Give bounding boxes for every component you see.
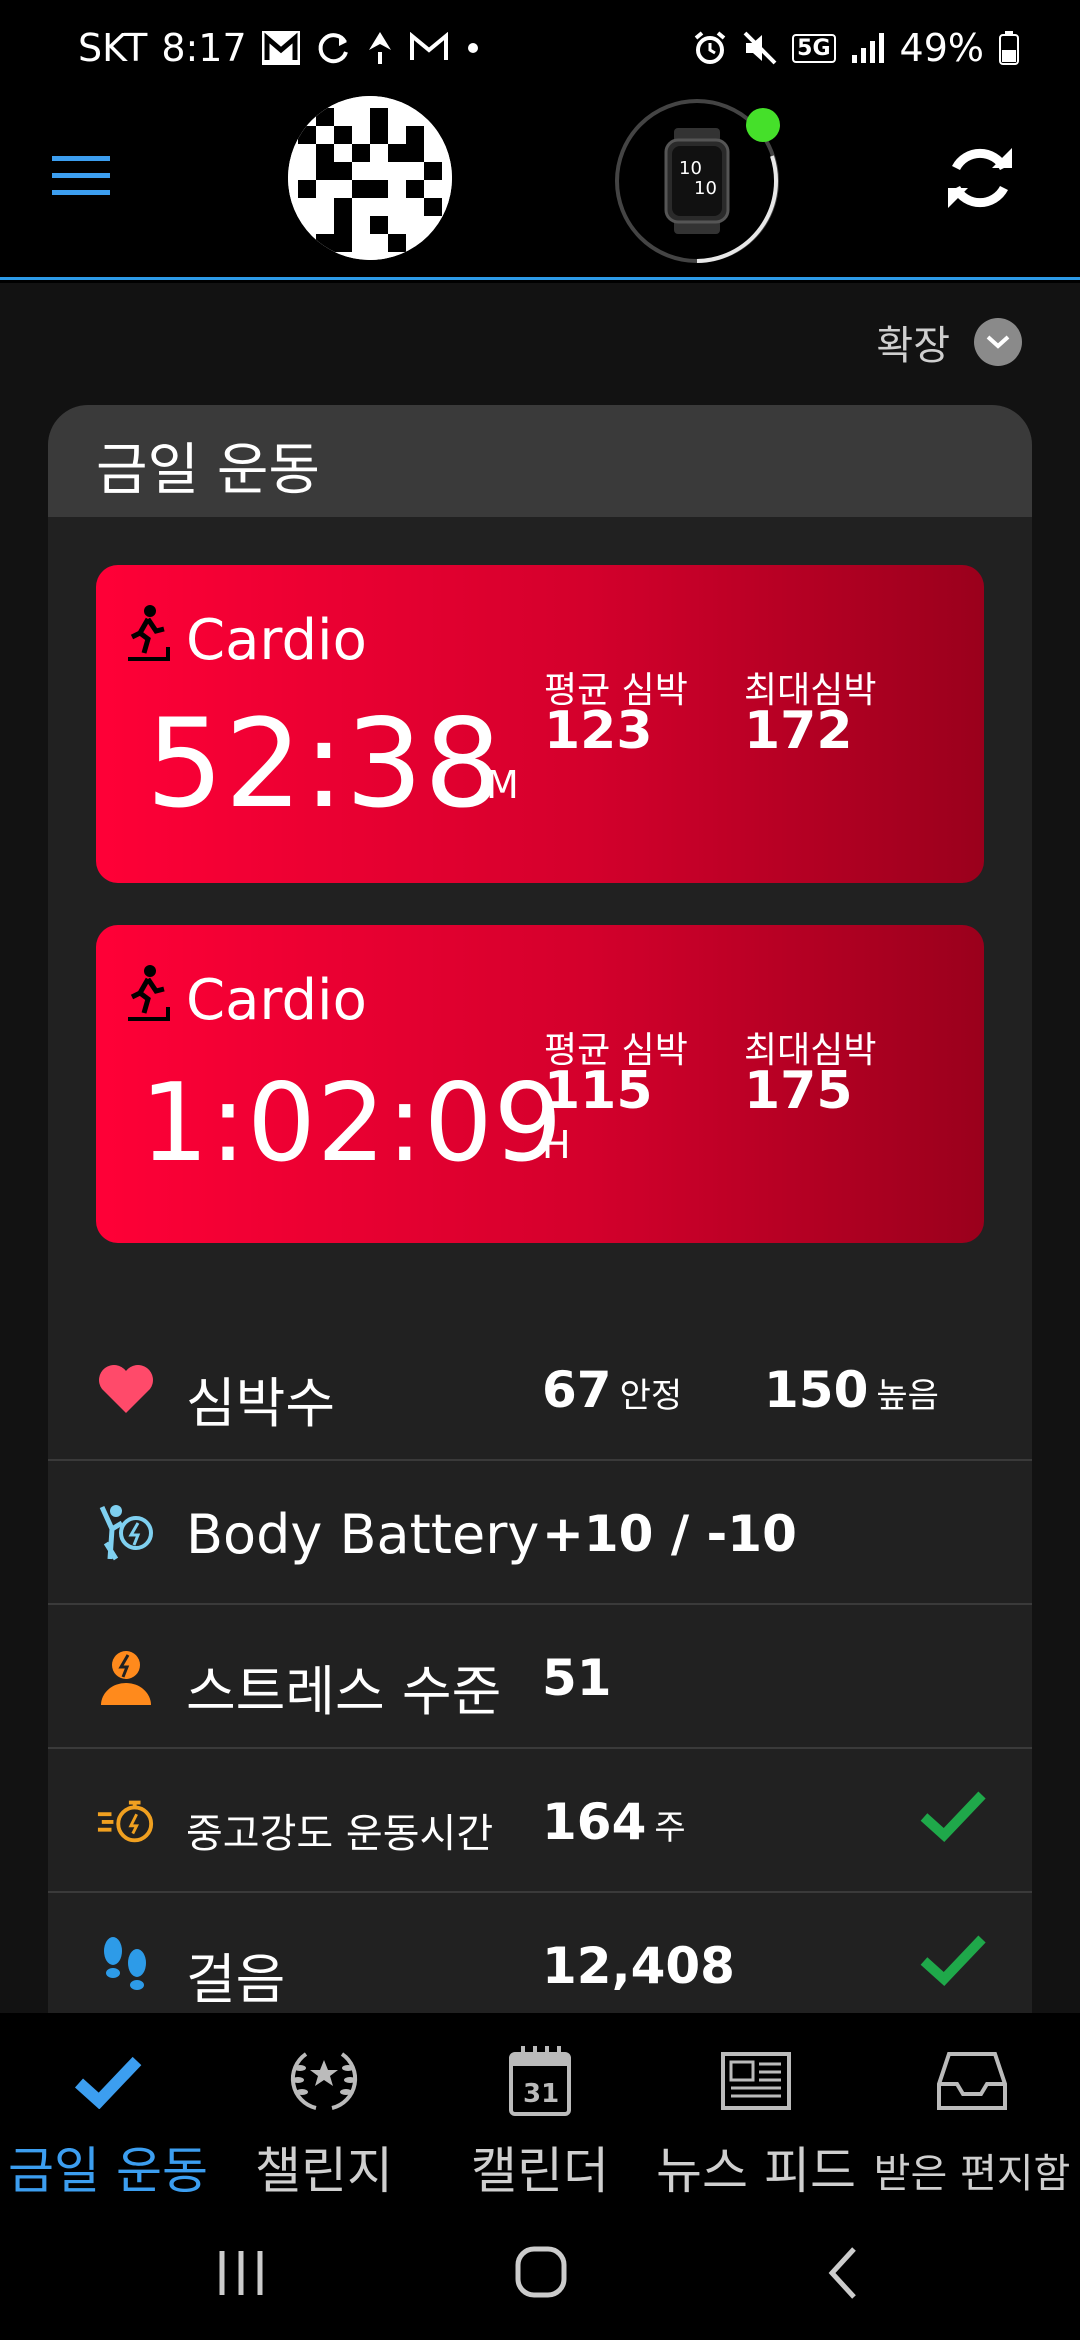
treadmill-icon [126,963,170,1037]
body-battery-value: +10 / -10 [542,1505,797,1563]
nav-challenges-label: 챌린지 [255,2142,393,2200]
activity-type-label: Cardio [186,967,367,1033]
body-battery-icon [96,1503,156,1563]
avatar[interactable] [288,96,452,260]
body-battery-row[interactable]: Body Battery +10 / -10 [48,1461,1032,1605]
steps-row[interactable]: 걸음 12,408 [48,1893,1032,2013]
newspaper-icon [711,2041,801,2121]
signal-icon [850,31,886,65]
alarm-icon [692,30,728,66]
today-title: 금일 운동 [48,405,1032,517]
network-type: 5G [792,33,836,63]
heart-rate-label: 심박수 [186,1372,336,1435]
back-icon[interactable] [810,2243,880,2303]
stress-row[interactable]: 스트레스 수준 51 [48,1605,1032,1749]
high-hr: 150 높음 [764,1361,939,1419]
battery-icon [998,30,1020,66]
bottom-nav: 금일 운동 챌린지 31 캘린더 뉴스 피드 받은 편지함 [0,2013,1080,2203]
clock: 8:17 [161,26,247,70]
intensity-minutes-unit: 주 [654,1808,686,1848]
stress-label: 스트레스 수준 [186,1660,502,1723]
resting-hr: 67 안정 [542,1361,682,1419]
today-card: 금일 운동 Cardio 52:38 M 평균 심박 123 최대심박 172 … [48,405,1032,2013]
intensity-minutes-value: 164 [542,1793,647,1851]
body-battery-label: Body Battery [186,1503,540,1566]
activity-card[interactable]: Cardio 52:38 M 평균 심박 123 최대심박 172 [96,565,984,883]
heart-rate-row[interactable]: 심박수 67 안정 150 높음 [48,1317,1032,1461]
svg-text:10: 10 [679,158,702,179]
expand-toggle[interactable]: 확장 [876,313,1022,371]
goal-check-icon [918,1929,988,1989]
nav-today[interactable]: 금일 운동 [0,2041,216,2203]
battery-percent: 49% [899,26,984,70]
more-notifications-icon [463,38,483,58]
main-content: 확장 금일 운동 Cardio 52:38 M 평균 심박 123 최대심박 1… [0,283,1080,2013]
carrier: SKT [78,26,148,70]
device-connected-dot [746,108,780,142]
recent-apps-icon[interactable] [206,2243,276,2303]
intensity-minutes: 164 주 [542,1793,686,1851]
avg-hr-value: 115 [544,1061,653,1121]
nav-challenges[interactable]: 챌린지 [216,2041,432,2203]
activity-type: Cardio [126,603,367,677]
vpn-arrow-icon [365,30,395,66]
intensity-minutes-row[interactable]: 중고강도 운동시간 164 주 [48,1749,1032,1893]
duration-unit: H [542,1123,571,1167]
max-hr-value: 172 [744,701,853,761]
system-nav-bar [0,2203,1080,2340]
status-bar: SKT 8:17 5G 49% [0,0,1080,96]
avg-hr-value: 123 [544,701,653,761]
nav-inbox[interactable]: 받은 편지함 [864,2041,1080,2199]
treadmill-icon [126,603,170,677]
footsteps-icon [96,1935,156,1995]
high-hr-value: 150 [764,1361,869,1419]
device-status-button[interactable]: 10 10 [612,96,782,266]
stress-icon [96,1647,156,1707]
expand-label: 확장 [876,323,950,369]
laurel-icon [279,2041,369,2121]
check-icon [63,2041,153,2121]
calendar-icon: 31 [495,2041,585,2121]
mail-icon [409,32,449,64]
inbox-icon [927,2041,1017,2121]
steps-value: 12,408 [542,1937,735,1995]
steps-label: 걸음 [186,1948,286,2011]
chevron-down-icon [974,318,1022,366]
resting-hr-value: 67 [542,1361,612,1419]
max-hr-value: 175 [744,1061,853,1121]
resting-hr-label: 안정 [619,1376,683,1416]
home-icon[interactable] [506,2243,576,2303]
activity-card[interactable]: Cardio 1:02:09 H 평균 심박 115 최대심박 175 [96,925,984,1243]
activity-type: Cardio [126,963,367,1037]
svg-text:10: 10 [694,178,717,199]
activity-type-label: Cardio [186,607,367,673]
sync-icon[interactable] [940,138,1020,218]
nav-newsfeed-label: 뉴스 피드 [656,2142,856,2200]
menu-icon[interactable] [52,154,112,198]
calendar-day: 31 [523,2079,560,2109]
stress-value: 51 [542,1649,612,1707]
high-hr-label: 높음 [876,1376,939,1416]
gmail-icon [261,30,301,66]
duration-unit: M [486,763,519,807]
goal-check-icon [918,1785,988,1845]
nav-inbox-label: 받은 편지함 [873,2151,1071,2197]
intensity-minutes-label: 중고강도 운동시간 [186,1811,494,1857]
metrics-list: 심박수 67 안정 150 높음 Body Battery +10 / -10 스트… [48,1317,1032,2013]
nav-today-label: 금일 운동 [8,2142,208,2200]
nav-calendar-label: 캘린더 [471,2142,609,2200]
activity-duration: 1:02:09 [140,1061,564,1186]
sync-status-icon [315,30,351,66]
activity-duration: 52:38 [146,693,503,835]
nav-calendar[interactable]: 31 캘린더 [432,2041,648,2203]
heart-icon [96,1359,156,1419]
nav-newsfeed[interactable]: 뉴스 피드 [648,2041,864,2203]
app-header: 10 10 [0,96,1080,280]
stopwatch-icon [96,1791,156,1851]
mute-icon [742,30,778,66]
